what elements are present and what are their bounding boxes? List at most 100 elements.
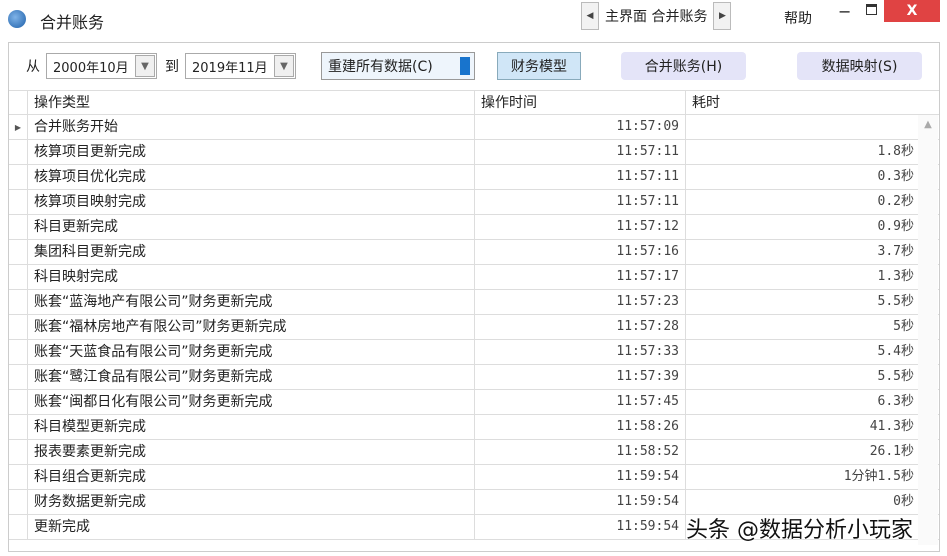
cell-time: 11:57:09 — [475, 115, 686, 139]
row-indicator[interactable] — [9, 465, 28, 489]
cell-time: 11:57:12 — [475, 215, 686, 239]
cell-time: 11:59:54 — [475, 490, 686, 514]
cell-duration: 5秒 — [893, 319, 914, 334]
row-indicator[interactable] — [9, 215, 28, 239]
finance-model-button[interactable]: 财务模型 — [497, 52, 581, 80]
col-header-time[interactable]: 操作时间 — [475, 91, 686, 114]
row-indicator[interactable] — [9, 290, 28, 314]
cell-type: 科目组合更新完成 — [28, 465, 475, 489]
cell-time: 11:59:54 — [475, 465, 686, 489]
cell-type: 账套“天蓝食品有限公司”财务更新完成 — [28, 340, 475, 364]
cell-time: 11:57:39 — [475, 365, 686, 389]
maximize-button[interactable] — [866, 4, 877, 15]
table-row[interactable]: 科目组合更新完成 11:59:54 1分钟1.5秒 — [9, 465, 939, 490]
chevron-down-icon[interactable]: ▼ — [274, 55, 294, 77]
table-row[interactable]: 核算项目更新完成 11:57:11 1.8秒 — [9, 140, 939, 165]
cell-type: 账套“蓝海地产有限公司”财务更新完成 — [28, 290, 475, 314]
cell-type: 科目更新完成 — [28, 215, 475, 239]
table-row[interactable]: 科目映射完成 11:57:17 1.3秒 — [9, 265, 939, 290]
date-range: 从 2000年10月 ▼ 到 2019年11月 ▼ — [26, 51, 296, 81]
row-indicator[interactable] — [9, 490, 28, 514]
cell-duration: 6.3秒 — [877, 394, 914, 409]
table-row[interactable]: 科目更新完成 11:57:12 0.9秒 — [9, 215, 939, 240]
minimize-button[interactable]: − — [838, 2, 851, 21]
table-row[interactable]: 账套“鹭江食品有限公司”财务更新完成 11:57:39 5.5秒 — [9, 365, 939, 390]
to-date-value: 2019年11月 — [192, 60, 268, 76]
row-indicator[interactable] — [9, 340, 28, 364]
scroll-up-icon[interactable]: ▲ — [918, 119, 938, 130]
table-row[interactable]: 账套“福林房地产有限公司”财务更新完成 11:57:28 5秒 — [9, 315, 939, 340]
cell-type: 核算项目更新完成 — [28, 140, 475, 164]
row-indicator[interactable] — [9, 515, 28, 539]
nav-text[interactable]: 主界面 合并账务 — [599, 6, 713, 26]
cell-duration: 26.1秒 — [869, 444, 914, 459]
cell-time: 11:57:28 — [475, 315, 686, 339]
row-indicator[interactable] — [9, 415, 28, 439]
cell-duration: 0秒 — [893, 494, 914, 509]
table-row[interactable]: 账套“天蓝食品有限公司”财务更新完成 11:57:33 5.4秒 — [9, 340, 939, 365]
row-indicator[interactable] — [9, 140, 28, 164]
cell-time: 11:57:33 — [475, 340, 686, 364]
from-date-select[interactable]: 2000年10月 ▼ — [46, 53, 157, 79]
table-row[interactable]: 账套“闽都日化有限公司”财务更新完成 11:57:45 6.3秒 — [9, 390, 939, 415]
cell-time: 11:57:11 — [475, 165, 686, 189]
cell-type: 集团科目更新完成 — [28, 240, 475, 264]
row-indicator[interactable] — [9, 390, 28, 414]
cell-type: 账套“鹭江食品有限公司”财务更新完成 — [28, 365, 475, 389]
title-bar: 合并账务 ◀ 主界面 合并账务 ▶ 帮助 − X — [0, 0, 947, 38]
cell-duration: 3.7秒 — [877, 244, 914, 259]
table-row[interactable]: 报表要素更新完成 11:58:52 26.1秒 — [9, 440, 939, 465]
table-row[interactable]: 核算项目优化完成 11:57:11 0.3秒 — [9, 165, 939, 190]
to-label: 到 — [165, 59, 179, 75]
cell-duration — [686, 115, 918, 139]
row-indicator[interactable] — [9, 240, 28, 264]
cell-duration: 5.5秒 — [877, 294, 914, 309]
row-indicator[interactable] — [9, 165, 28, 189]
col-header-type[interactable]: 操作类型 — [28, 91, 475, 114]
table-row[interactable]: 账套“蓝海地产有限公司”财务更新完成 11:57:23 5.5秒 — [9, 290, 939, 315]
row-header-corner — [9, 91, 28, 114]
rebuild-button[interactable]: 重建所有数据(C) — [321, 52, 475, 80]
row-indicator[interactable]: ▶ — [9, 115, 28, 139]
row-indicator[interactable] — [9, 365, 28, 389]
nav-prev-button[interactable]: ◀ — [581, 2, 599, 30]
cell-time: 11:57:11 — [475, 140, 686, 164]
close-button[interactable]: X — [884, 0, 940, 22]
cell-duration: 1.3秒 — [877, 269, 914, 284]
cell-type: 财务数据更新完成 — [28, 490, 475, 514]
help-menu[interactable]: 帮助 — [784, 8, 812, 28]
cell-time: 11:57:23 — [475, 290, 686, 314]
row-indicator[interactable] — [9, 440, 28, 464]
vertical-scrollbar[interactable]: ▲ — [918, 115, 938, 545]
row-indicator[interactable] — [9, 265, 28, 289]
cell-duration: 1分钟1.5秒 — [843, 469, 914, 484]
chevron-down-icon[interactable]: ▼ — [135, 55, 155, 77]
merge-accounts-button[interactable]: 合并账务(H) — [621, 52, 746, 80]
row-indicator[interactable] — [9, 190, 28, 214]
table-row[interactable]: 核算项目映射完成 11:57:11 0.2秒 — [9, 190, 939, 215]
nav-next-button[interactable]: ▶ — [713, 2, 732, 30]
log-table: 操作类型 操作时间 耗时 ▶ 合并账务开始 11:57:09 核算项目更新完成 … — [9, 90, 939, 540]
cell-type: 核算项目映射完成 — [28, 190, 475, 214]
from-label: 从 — [26, 59, 40, 75]
app-logo-icon — [8, 10, 26, 28]
watermark: 头条 @数据分析小玩家 — [686, 518, 913, 543]
cell-type: 账套“福林房地产有限公司”财务更新完成 — [28, 315, 475, 339]
data-mapping-button[interactable]: 数据映射(S) — [797, 52, 922, 80]
cell-duration: 41.3秒 — [869, 419, 914, 434]
cell-duration: 1.8秒 — [877, 144, 914, 159]
cell-duration: 0.9秒 — [877, 219, 914, 234]
table-row[interactable]: ▶ 合并账务开始 11:57:09 — [9, 115, 939, 140]
cell-time: 11:58:26 — [475, 415, 686, 439]
nav-breadcrumb: ◀ 主界面 合并账务 ▶ — [581, 2, 732, 30]
cell-type: 科目映射完成 — [28, 265, 475, 289]
table-row[interactable]: 科目模型更新完成 11:58:26 41.3秒 — [9, 415, 939, 440]
table-row[interactable]: 集团科目更新完成 11:57:16 3.7秒 — [9, 240, 939, 265]
col-header-duration[interactable]: 耗时 — [686, 91, 918, 114]
row-indicator[interactable] — [9, 315, 28, 339]
to-date-select[interactable]: 2019年11月 ▼ — [185, 53, 296, 79]
cell-time: 11:57:16 — [475, 240, 686, 264]
cell-type: 账套“闽都日化有限公司”财务更新完成 — [28, 390, 475, 414]
cell-duration: 0.2秒 — [877, 194, 914, 209]
rebuild-label: 重建所有数据(C) — [328, 59, 433, 75]
